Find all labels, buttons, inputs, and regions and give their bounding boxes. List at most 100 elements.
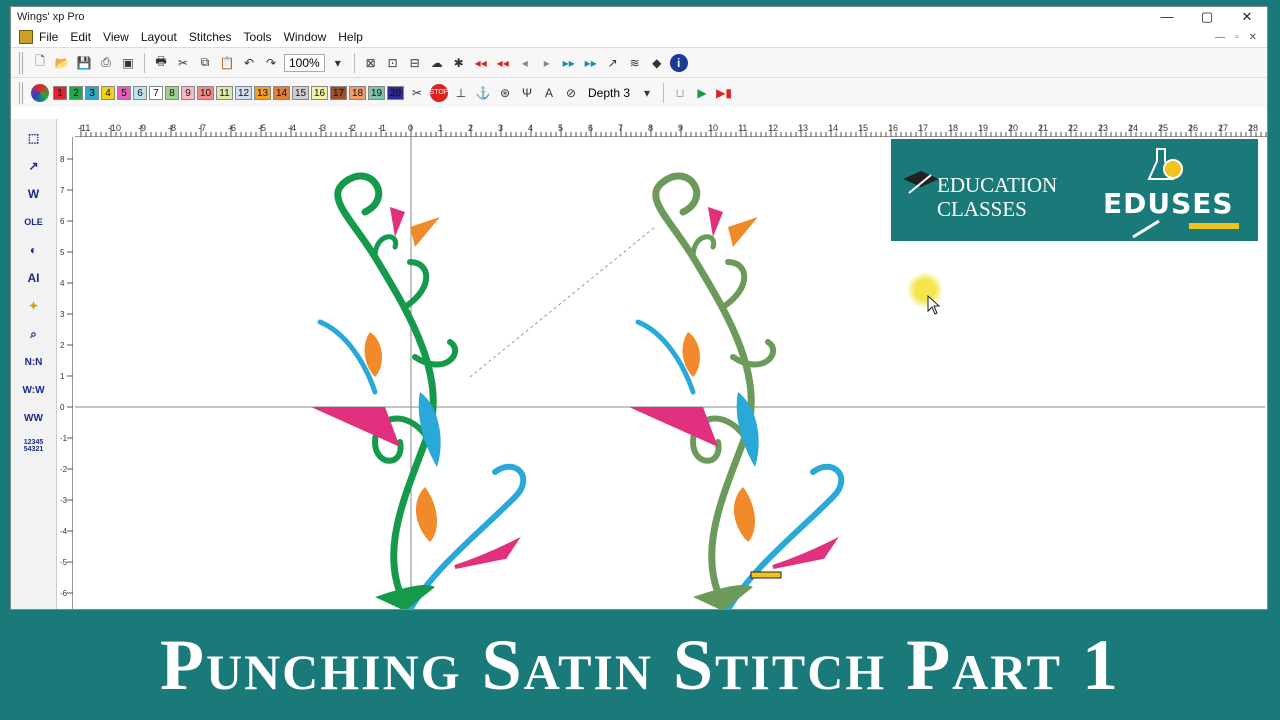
color-swatch-4[interactable]: 4: [101, 85, 115, 100]
satin-icon[interactable]: W: [22, 183, 46, 205]
menu-window[interactable]: Window: [284, 30, 327, 44]
chevron-down-icon[interactable]: ▾: [329, 54, 347, 72]
toolbar-grip[interactable]: [19, 81, 23, 104]
forward-icon[interactable]: ▸▸: [560, 54, 578, 72]
color-swatch-7[interactable]: 7: [149, 85, 163, 100]
menu-layout[interactable]: Layout: [141, 30, 177, 44]
needle-icon[interactable]: ↗: [604, 54, 622, 72]
save-icon[interactable]: 💾: [75, 54, 93, 72]
zigzag-icon[interactable]: WW: [22, 407, 46, 429]
close-button[interactable]: ✕: [1227, 9, 1267, 25]
color-swatch-15[interactable]: 15: [292, 85, 309, 100]
zoom-all-icon[interactable]: ⊠: [362, 54, 380, 72]
menu-view[interactable]: View: [103, 30, 129, 44]
color-swatch-6[interactable]: 6: [133, 85, 147, 100]
color-swatch-17[interactable]: 17: [330, 85, 347, 100]
rewind-icon[interactable]: ◂◂: [494, 54, 512, 72]
new-file-icon[interactable]: 🗋: [31, 54, 49, 72]
zoom-fit-icon[interactable]: ⊟: [406, 54, 424, 72]
app-window: Wings' xp Pro — ▢ ✕ File Edit View Layou…: [10, 6, 1268, 610]
minimize-button[interactable]: —: [1147, 9, 1187, 25]
maximize-button[interactable]: ▢: [1187, 9, 1227, 25]
text-icon[interactable]: A: [540, 84, 558, 102]
zoom-box-icon[interactable]: ⊡: [384, 54, 402, 72]
stop-icon[interactable]: STOP: [430, 83, 448, 102]
sequence-icon[interactable]: 12345 54321: [22, 435, 46, 457]
export-icon[interactable]: ⎙: [97, 54, 115, 72]
menu-file[interactable]: File: [39, 30, 58, 44]
zoom-select[interactable]: 100%: [284, 53, 325, 72]
open-file-icon[interactable]: 📂: [53, 54, 71, 72]
color-swatch-2[interactable]: 2: [69, 85, 83, 100]
forward-fast-icon[interactable]: ▸▸: [582, 54, 600, 72]
app-icon[interactable]: [19, 30, 33, 44]
depth-select[interactable]: Depth 3: [588, 86, 630, 100]
text-tool-icon[interactable]: AI: [22, 267, 46, 289]
color-swatch-9[interactable]: 9: [181, 85, 195, 100]
toolbar-divider: [353, 52, 355, 73]
title-banner: Punching Satin Stitch Part 1: [0, 610, 1280, 720]
color-swatch-14[interactable]: 14: [273, 85, 290, 100]
save-all-icon[interactable]: ▣: [119, 54, 137, 72]
color-swatch-19[interactable]: 19: [368, 85, 385, 100]
color-swatch-18[interactable]: 18: [349, 85, 366, 100]
reshape-icon[interactable]: ↗: [22, 155, 46, 177]
color-swatch-1[interactable]: 1: [53, 85, 67, 100]
print-icon[interactable]: 🖶: [152, 54, 170, 72]
zoom-icon[interactable]: ⌕: [22, 323, 46, 345]
fill-view-icon[interactable]: ◆: [648, 54, 666, 72]
undo-icon[interactable]: ↶: [240, 54, 258, 72]
flower-design-right[interactable]: [629, 172, 845, 610]
color-swatch-5[interactable]: 5: [117, 85, 131, 100]
color-swatch-10[interactable]: 10: [197, 85, 214, 100]
w-stitch-icon[interactable]: W:W: [22, 379, 46, 401]
mdi-minimize-button[interactable]: —: [1215, 32, 1225, 43]
sparkle-icon[interactable]: ✦: [22, 295, 46, 317]
menu-edit[interactable]: Edit: [70, 30, 91, 44]
stitch-view-icon[interactable]: ≋: [626, 54, 644, 72]
n-stitch-icon[interactable]: N:N: [22, 351, 46, 373]
color-swatch-13[interactable]: 13: [254, 85, 271, 100]
cut-icon[interactable]: ✂: [174, 54, 192, 72]
step-forward-icon[interactable]: ▸: [538, 54, 556, 72]
color-swatch-11[interactable]: 11: [216, 85, 233, 100]
toolbar-grip[interactable]: [19, 51, 23, 74]
tie-icon[interactable]: ⊥: [452, 84, 470, 102]
menu-tools[interactable]: Tools: [244, 30, 272, 44]
copy-icon[interactable]: ⧉: [196, 54, 214, 72]
step-back-icon[interactable]: ◂: [516, 54, 534, 72]
color-swatch-3[interactable]: 3: [85, 85, 99, 100]
mdi-close-button[interactable]: ✕: [1249, 32, 1257, 43]
select-icon[interactable]: ⬚: [22, 127, 46, 149]
flower-design-left[interactable]: [311, 172, 527, 610]
ruler-label: 27: [1218, 123, 1228, 133]
play-to-end-icon[interactable]: ▶▮: [715, 84, 733, 102]
scissors-icon[interactable]: ✂: [408, 84, 426, 102]
menu-help[interactable]: Help: [338, 30, 363, 44]
needle-down-icon[interactable]: Ψ: [518, 84, 536, 102]
bug-icon[interactable]: ✱: [450, 54, 468, 72]
fill-icon[interactable]: ◐: [22, 239, 46, 261]
color-swatch-8[interactable]: 8: [165, 85, 179, 100]
paste-icon[interactable]: 📋: [218, 54, 236, 72]
mdi-restore-button[interactable]: ▫: [1235, 32, 1239, 43]
play-icon[interactable]: ▶: [693, 84, 711, 102]
rewind-fast-icon[interactable]: ◂◂: [472, 54, 490, 72]
ruler-label: -5: [258, 123, 266, 133]
info-icon[interactable]: i: [669, 53, 688, 72]
depth-icon[interactable]: ⊘: [562, 84, 580, 102]
menu-stitches[interactable]: Stitches: [189, 30, 232, 44]
color-swatch-20[interactable]: 20: [387, 85, 404, 100]
chevron-down-icon[interactable]: ▾: [638, 84, 656, 102]
color-swatch-16[interactable]: 16: [311, 85, 328, 100]
ruler-label: 0: [60, 403, 65, 412]
slow-redraw-icon[interactable]: ☁: [428, 54, 446, 72]
anchor-icon[interactable]: ⚓: [474, 84, 492, 102]
ruler-label: 13: [798, 123, 808, 133]
ole-icon[interactable]: OLE: [22, 211, 46, 233]
redo-icon[interactable]: ↷: [262, 54, 280, 72]
thread-icon[interactable]: ⊛: [496, 84, 514, 102]
color-wheel-icon[interactable]: [31, 83, 49, 102]
disabled-tool-icon[interactable]: ⊔: [671, 84, 689, 102]
color-swatch-12[interactable]: 12: [235, 85, 252, 100]
